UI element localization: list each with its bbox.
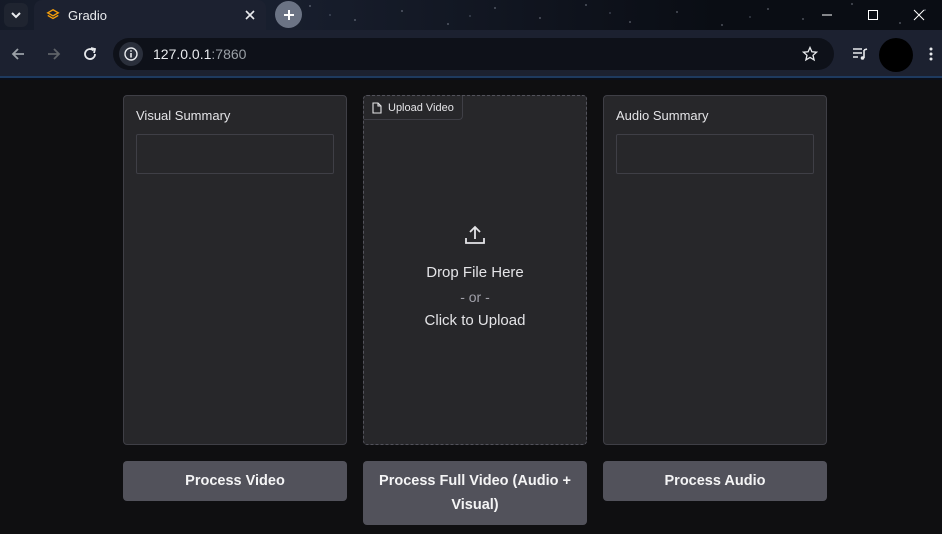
arrow-left-icon bbox=[11, 48, 24, 60]
chevron-down-icon bbox=[11, 12, 21, 19]
maximize-button[interactable] bbox=[850, 0, 896, 30]
minimize-button[interactable] bbox=[804, 0, 850, 30]
close-window-button[interactable] bbox=[896, 0, 942, 30]
visual-summary-label: Visual Summary bbox=[136, 108, 231, 123]
gradio-logo-icon bbox=[46, 8, 60, 20]
star-icon bbox=[802, 46, 818, 62]
visual-summary-textbox[interactable] bbox=[136, 134, 334, 174]
gradio-app: Visual Summary Upload Video Drop File He… bbox=[0, 80, 942, 534]
visual-summary-panel: Visual Summary bbox=[123, 95, 347, 445]
site-info-button[interactable] bbox=[119, 42, 143, 66]
upload-video-tag: Upload Video bbox=[364, 96, 463, 120]
drop-file-text: Drop File Here bbox=[426, 264, 524, 281]
url-port: :7860 bbox=[211, 46, 247, 62]
minimize-icon bbox=[822, 14, 832, 16]
url-text: 127.0.0.1:7860 bbox=[153, 46, 246, 62]
process-full-video-button[interactable]: Process Full Video (Audio + Visual) bbox=[363, 461, 587, 525]
audio-summary-panel: Audio Summary bbox=[603, 95, 827, 445]
process-video-button[interactable]: Process Video bbox=[123, 461, 347, 501]
back-button[interactable] bbox=[6, 42, 30, 66]
browser-titlebar: Gradio bbox=[0, 0, 942, 30]
queue-music-icon bbox=[853, 48, 868, 60]
new-tab-button[interactable] bbox=[275, 1, 302, 28]
audio-summary-label: Audio Summary bbox=[616, 108, 709, 123]
bookmark-button[interactable] bbox=[798, 42, 822, 66]
tab-close-button[interactable] bbox=[240, 5, 260, 25]
close-icon bbox=[245, 10, 255, 20]
address-bar[interactable]: 127.0.0.1:7860 bbox=[113, 38, 834, 70]
reload-icon bbox=[84, 47, 97, 60]
maximize-icon bbox=[868, 10, 878, 20]
process-audio-button[interactable]: Process Audio bbox=[603, 461, 827, 501]
upload-icon bbox=[465, 225, 485, 244]
close-icon bbox=[913, 9, 925, 21]
plus-icon bbox=[283, 9, 294, 20]
browser-toolbar: 127.0.0.1:7860 bbox=[0, 30, 942, 78]
media-control-button[interactable] bbox=[848, 42, 872, 66]
reload-button[interactable] bbox=[78, 42, 102, 66]
upload-video-label: Upload Video bbox=[388, 101, 454, 114]
tab-search-button[interactable] bbox=[4, 3, 28, 27]
arrow-right-icon bbox=[48, 48, 61, 60]
window-controls bbox=[804, 0, 942, 30]
profile-avatar[interactable] bbox=[879, 38, 913, 72]
file-icon bbox=[372, 101, 382, 114]
more-vertical-icon bbox=[929, 47, 933, 61]
audio-summary-textbox[interactable] bbox=[616, 134, 814, 174]
video-upload-dropzone[interactable]: Upload Video Drop File Here - or - Click… bbox=[363, 95, 587, 445]
tab-title: Gradio bbox=[68, 7, 108, 23]
forward-button[interactable] bbox=[42, 42, 66, 66]
upload-prompt: Drop File Here - or - Click to Upload bbox=[364, 224, 586, 333]
click-to-upload-text: Click to Upload bbox=[424, 312, 526, 329]
or-separator-text: - or - bbox=[460, 289, 490, 305]
url-host: 127.0.0.1 bbox=[153, 46, 212, 62]
browser-menu-button[interactable] bbox=[920, 42, 942, 66]
info-icon bbox=[124, 47, 138, 61]
browser-tab[interactable]: Gradio bbox=[34, 0, 266, 30]
